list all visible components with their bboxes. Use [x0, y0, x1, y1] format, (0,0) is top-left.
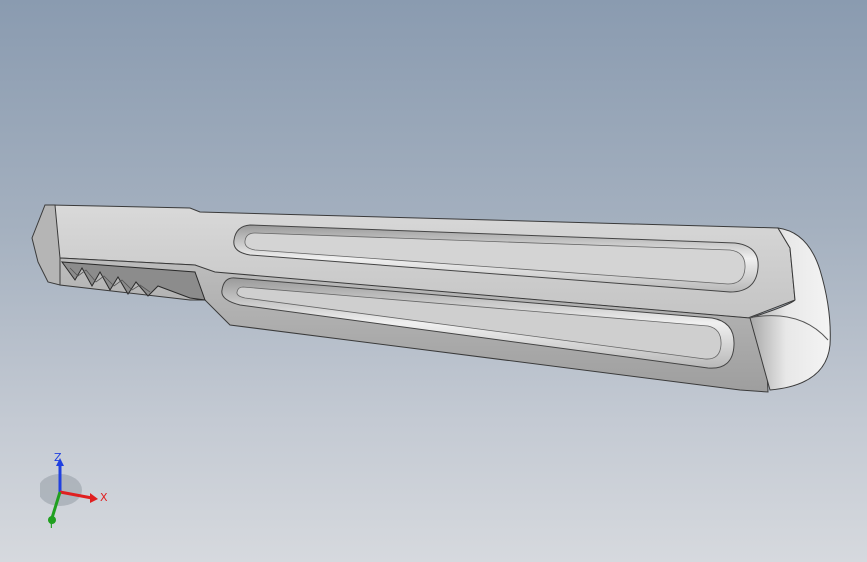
orientation-triad[interactable]: Z X Y [40, 450, 120, 530]
graphics-viewport[interactable]: Z X Y [0, 0, 867, 562]
y-axis-label: Y [47, 518, 55, 530]
x-arrow-icon [90, 493, 98, 503]
tongs-model[interactable] [0, 0, 867, 562]
x-axis-label: X [100, 491, 108, 504]
z-axis-label: Z [54, 451, 62, 464]
grip-end [31, 204, 61, 286]
